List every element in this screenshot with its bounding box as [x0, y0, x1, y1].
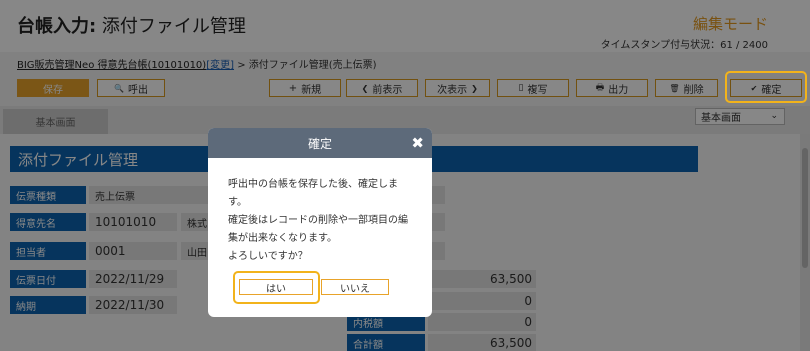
dialog-message: 呼出中の台帳を保存した後、確定しま す。 確定後はレコードの削除や一部項目の編 …: [228, 176, 418, 266]
dialog-message-line: 確定後はレコードの削除や一部項目の編: [228, 215, 408, 226]
dialog-message-line: す。: [228, 197, 247, 208]
dialog-message-line: 集が出来なくなります。: [228, 233, 337, 244]
no-button[interactable]: いいえ: [321, 279, 389, 295]
dialog-header: 確定 ✖: [208, 128, 432, 158]
dialog-title: 確定: [307, 136, 332, 151]
dialog-message-line: 呼出中の台帳を保存した後、確定しま: [228, 179, 398, 190]
yes-button-highlight: [233, 271, 320, 304]
confirm-button-highlight: [725, 71, 807, 103]
dialog-message-line: よろしいですか？: [228, 251, 308, 262]
close-icon[interactable]: ✖: [411, 134, 424, 152]
